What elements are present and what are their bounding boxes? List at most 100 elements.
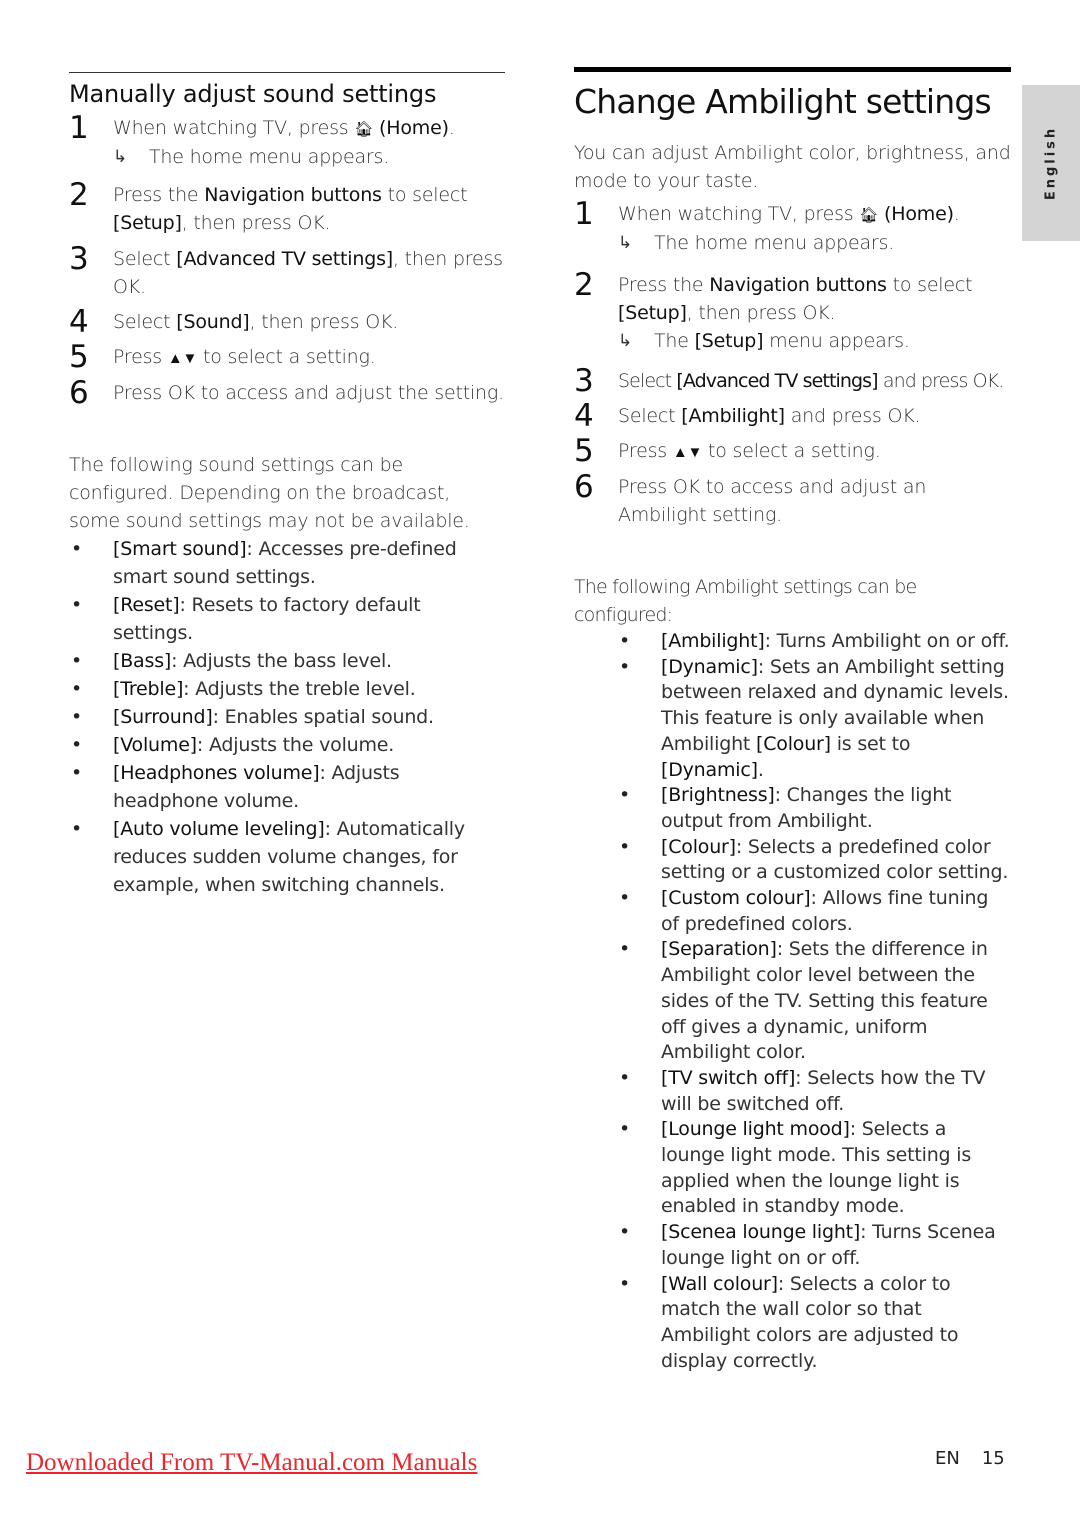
step-text: When watching TV, press (113, 117, 355, 139)
step-item: 4 Select [Ambilight] and press OK. (574, 398, 1011, 434)
result-arrow-icon: ↳ (618, 233, 633, 253)
step-item: 5 Press ▲▼ to select a setting. (69, 339, 505, 375)
step-item: 6 Press OK to access and adjust the sett… (69, 375, 505, 411)
step-term: [Ambilight] (681, 405, 785, 427)
download-source-link[interactable]: Downloaded From TV-Manual.com Manuals (26, 1449, 477, 1477)
ambilight-settings-section: Change Ambilight settings You can adjust… (574, 67, 1011, 1374)
bullet-icon: • (71, 678, 83, 700)
bullet-icon: • (619, 655, 631, 678)
page-number: 15 (981, 1448, 1005, 1469)
setting-term: [Colour] (756, 732, 831, 755)
step-number: 4 (574, 398, 594, 434)
list-item: • [Scenea lounge light]: Turns Scenea lou… (617, 1220, 1011, 1271)
bullet-icon: • (71, 734, 83, 756)
list-item: • [Wall colour]: Selects a color to match… (617, 1272, 1011, 1375)
step-text: Press the (618, 274, 710, 296)
step-term: [Advanced TV settings] (176, 248, 393, 270)
setting-desc: : Adjusts the bass level. (171, 650, 392, 672)
step-text: Select (113, 311, 177, 333)
step-term: [Advanced TV settings] (676, 370, 878, 392)
bullet-icon: • (71, 650, 83, 672)
step-text: Press (113, 346, 168, 368)
result-arrow-icon: ↳ (113, 147, 128, 167)
setting-desc: : Turns Ambilight on or off. (764, 630, 1010, 652)
sound-settings-section: Manually adjust sound settings 1 When wa… (69, 72, 505, 899)
list-item: • [Bass]: Adjusts the bass level. (69, 647, 505, 675)
setting-term: [Dynamic] (661, 655, 758, 678)
step-text: When watching TV, press (618, 203, 860, 225)
step-item: 5 Press ▲▼ to select a setting. (574, 434, 1011, 468)
section-divider (69, 72, 505, 73)
list-item: • [Reset]: Resets to factory default sett… (69, 591, 505, 647)
step-number: 1 (69, 110, 89, 146)
step-item: 6 Press OK to access and adjust an Ambil… (574, 469, 1011, 529)
step-term: Navigation buttons (709, 274, 887, 296)
step-text: and press OK. (877, 370, 1004, 392)
page-footer: EN 15 (935, 1448, 1005, 1469)
setting-desc: . (757, 758, 764, 781)
step-term: (Home) (884, 203, 954, 225)
step-number: 3 (574, 363, 594, 399)
setting-term: [Surround] (113, 706, 213, 728)
bullet-icon: • (71, 706, 83, 728)
setting-term: [Auto volume leveling] (113, 818, 325, 840)
setting-term: [TV switch off] (661, 1066, 796, 1089)
step-item: 1 When watching TV, press 🏠︎ (Home). ↳ Th… (69, 110, 505, 171)
bullet-icon: • (619, 887, 631, 910)
step-item: 2 Press the Navigation buttons to select… (69, 178, 505, 237)
ambilight-intro: You can adjust Ambilight color, brightne… (574, 142, 1011, 192)
step-term: (Home) (379, 117, 449, 139)
step-item: 1 When watching TV, press 🏠︎ (Home). ↳ Th… (574, 197, 1011, 257)
step-text: Press OK to access and adjust the settin… (113, 382, 504, 404)
step-number: 6 (574, 469, 594, 505)
steps-list: 1 When watching TV, press 🏠︎ (Home). ↳ Th… (574, 197, 1011, 529)
setting-desc: : Adjusts the volume. (196, 734, 395, 756)
home-icon: 🏠︎ (859, 206, 879, 224)
setting-desc: : Enables spatial sound. (212, 706, 435, 728)
step-text: to select (381, 184, 468, 206)
sound-settings-list: • [Smart sound]: Accesses pre-defined sma… (69, 535, 505, 899)
section-heading: Change Ambilight settings (574, 82, 992, 121)
list-item: • [Headphones volume]: Adjusts headphone … (69, 759, 505, 815)
setting-term: [Smart sound] (113, 538, 247, 560)
result-term: [Setup] (694, 330, 764, 352)
step-text: Select (113, 248, 177, 270)
setting-term: [Treble] (113, 678, 184, 700)
setting-term: [Separation] (661, 938, 777, 961)
setting-term: [Ambilight] (661, 630, 765, 652)
step-number: 5 (69, 339, 89, 375)
section-heading: Manually adjust sound settings (69, 80, 437, 108)
step-item: 3 Select [Advanced TV settings], then pr… (69, 242, 505, 301)
list-item: • [Treble]: Adjusts the treble level. (69, 675, 505, 703)
sound-settings-intro: The following sound settings can be conf… (69, 454, 470, 532)
up-down-arrows-icon: ▲▼ (672, 443, 703, 461)
setting-term: [Brightness] (661, 784, 775, 807)
step-result: ↳ The [Setup] menu appears. (618, 327, 1011, 355)
setting-term: [Wall colour] (661, 1272, 778, 1295)
step-result: ↳ The home menu appears. (618, 229, 1011, 257)
step-text: to select a setting. (702, 440, 881, 462)
section-divider (574, 67, 1011, 72)
step-text: to select a setting. (197, 346, 376, 368)
list-item: • [Lounge light mood]: Selects a lounge l… (617, 1117, 1011, 1220)
result-arrow-icon: ↳ (618, 331, 633, 351)
bullet-icon: • (619, 630, 631, 652)
bullet-icon: • (71, 762, 83, 784)
step-number: 6 (69, 375, 89, 411)
list-item: • [Custom colour]: Allows fine tuning of … (617, 886, 1011, 937)
step-text: . (448, 117, 455, 139)
home-icon: 🏠︎ (354, 120, 374, 138)
step-term: Navigation buttons (204, 184, 382, 206)
step-result: ↳ The home menu appears. (113, 143, 505, 171)
step-text: Press (618, 440, 673, 462)
bullet-icon: • (71, 594, 83, 616)
bullet-icon: • (619, 1272, 631, 1295)
setting-desc: is set to (830, 732, 911, 755)
step-text: Select (618, 405, 682, 427)
step-term: [Setup] (113, 212, 182, 234)
list-item: • [Separation]: Sets the difference in Am… (617, 937, 1011, 1066)
setting-term: [Dynamic] (661, 758, 758, 781)
setting-term: [Scenea lounge light] (661, 1221, 861, 1244)
language-code: EN (935, 1448, 960, 1469)
step-item: 4 Select [Sound], then press OK. (69, 305, 505, 339)
